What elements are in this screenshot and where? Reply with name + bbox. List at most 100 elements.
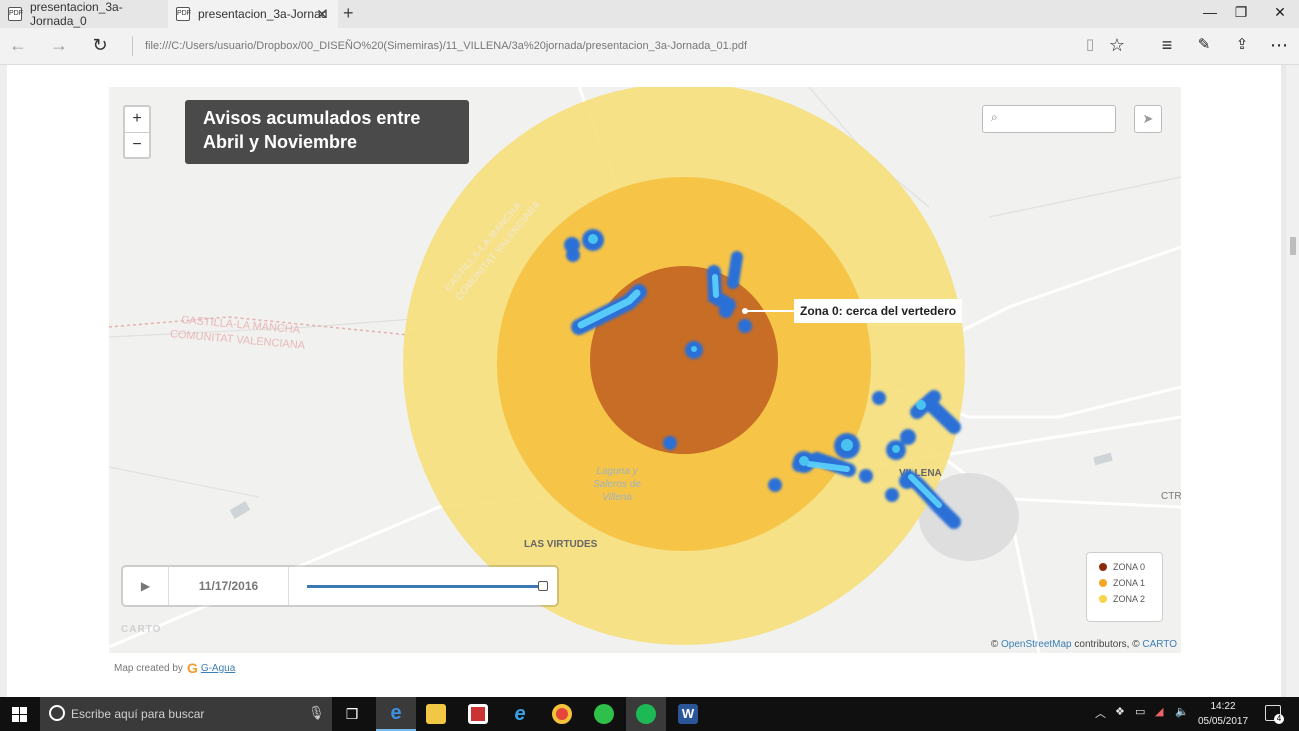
- carto-link[interactable]: CARTO: [1142, 639, 1177, 650]
- zoom-out-button[interactable]: −: [125, 132, 149, 157]
- chrome-taskbar-button[interactable]: [542, 697, 582, 731]
- window-close-icon[interactable]: ✕: [1260, 4, 1299, 21]
- attribution-text: contributors, ©: [1074, 639, 1140, 650]
- scrollbar[interactable]: [1286, 65, 1299, 697]
- word-taskbar-button[interactable]: W: [668, 697, 708, 731]
- carto-watermark: CARTO: [121, 624, 162, 635]
- edge-icon: e: [390, 701, 402, 724]
- play-icon: ▶: [140, 579, 151, 593]
- share-icon[interactable]: ⇪: [1230, 35, 1254, 53]
- task-view-icon: ❒: [345, 705, 359, 722]
- left-gutter: [0, 65, 7, 697]
- zone-0-circle[interactable]: [590, 266, 778, 454]
- hub-icon[interactable]: ≡: [1155, 35, 1179, 56]
- pdf-icon: PDF: [8, 7, 23, 21]
- legend-label: ZONA 1: [1113, 578, 1146, 588]
- start-button-windows-icon[interactable]: [12, 707, 27, 722]
- clock-date: 05/05/2017: [1197, 716, 1249, 727]
- back-icon[interactable]: ←: [6, 35, 30, 56]
- dropbox-icon[interactable]: ❖: [1115, 705, 1125, 718]
- notification-count: 4: [1274, 714, 1284, 724]
- zoom-in-button[interactable]: +: [125, 107, 149, 132]
- app-taskbar-button[interactable]: [458, 697, 498, 731]
- spotify-icon: [636, 704, 656, 724]
- navigation-arrow-icon: ➤: [1142, 111, 1154, 126]
- restore-icon[interactable]: ❐: [1221, 4, 1261, 21]
- forward-icon[interactable]: →: [47, 35, 71, 56]
- cortana-icon: [49, 705, 65, 721]
- tab-label: presentacion_3a-Jornad: [198, 7, 328, 21]
- timeline-handle[interactable]: [538, 581, 548, 591]
- legend-item: ZONA 1: [1099, 575, 1162, 591]
- search-placeholder: Escribe aquí para buscar: [71, 707, 205, 721]
- g-agua-logo-icon: G: [186, 660, 198, 676]
- task-view-button[interactable]: ❒: [332, 697, 372, 731]
- legend-swatch: [1099, 579, 1107, 587]
- microphone-icon[interactable]: 🎙: [308, 705, 325, 721]
- map-title: Avisos acumulados entre Abril y Noviembr…: [185, 100, 469, 164]
- tab-bar: PDF presentacion_3a-Jornada_0 PDF presen…: [0, 0, 1299, 28]
- ie-taskbar-button[interactable]: e: [500, 697, 540, 731]
- address-bar[interactable]: file:///C:/Users/usuario/Dropbox/00_DISE…: [132, 36, 747, 56]
- action-center-icon[interactable]: 4: [1265, 705, 1284, 724]
- network-icon[interactable]: ◢: [1155, 705, 1163, 718]
- map-title-line1: Avisos acumulados entre: [203, 108, 421, 128]
- whatsapp-icon: [594, 704, 614, 724]
- legend-swatch: [1099, 595, 1107, 603]
- taskbar: Escribe aquí para buscar 🎙 ❒ e e W ︿ ❖ ▭…: [0, 697, 1299, 731]
- legend-label: ZONA 2: [1113, 594, 1146, 604]
- locate-button[interactable]: ➤: [1134, 105, 1162, 133]
- spotify-taskbar-button[interactable]: [626, 697, 666, 731]
- place-label: Laguna y: [596, 466, 638, 477]
- zone-0-annotation: Zona 0: cerca del vertedero: [794, 299, 963, 323]
- taskbar-search-box[interactable]: Escribe aquí para buscar 🎙: [40, 697, 332, 731]
- pdf-icon: PDF: [176, 7, 191, 21]
- folder-icon: [426, 704, 446, 724]
- water-2: [229, 501, 251, 519]
- tab-label: presentacion_3a-Jornada_0: [30, 0, 123, 28]
- favorite-star-icon[interactable]: ☆: [1105, 35, 1129, 56]
- reading-view-icon[interactable]: ▯: [1078, 35, 1102, 53]
- volume-icon[interactable]: 🔈: [1175, 705, 1189, 718]
- legend-swatch: [1099, 563, 1107, 571]
- annotation-dot: [742, 308, 748, 314]
- scroll-thumb[interactable]: [1290, 237, 1296, 255]
- legend-item: ZONA 0: [1099, 559, 1162, 575]
- edge-taskbar-button[interactable]: e: [376, 697, 416, 731]
- system-clock[interactable]: 14:22 05/05/2017: [1192, 699, 1254, 729]
- credit-text: Map created by: [114, 662, 183, 674]
- annotation-leader: [743, 310, 795, 312]
- close-tab-icon[interactable]: ✕: [316, 6, 328, 23]
- new-tab-icon[interactable]: +: [343, 3, 354, 24]
- pdf-page-area: CASTILLA-LA MANCHA COMUNITAT VALENCIANA …: [0, 65, 1299, 697]
- g-agua-link[interactable]: G-Agua: [201, 663, 235, 674]
- play-button[interactable]: ▶: [123, 567, 169, 605]
- tray-expand-icon[interactable]: ︿: [1095, 705, 1106, 721]
- more-icon[interactable]: ⋯: [1267, 35, 1291, 56]
- web-note-icon[interactable]: ✎: [1192, 35, 1216, 53]
- map[interactable]: CASTILLA-LA MANCHA COMUNITAT VALENCIANA …: [109, 87, 1181, 653]
- map-credit: Map created by G G-Agua: [114, 660, 235, 676]
- place-label-ctr: CTR: [1161, 491, 1181, 502]
- timeline-date: 11/17/2016: [169, 567, 289, 605]
- refresh-icon[interactable]: ↻: [88, 35, 112, 56]
- legend: ZONA 0 ZONA 1 ZONA 2: [1087, 553, 1162, 621]
- place-label: Villena: [602, 492, 632, 503]
- legend-label: ZONA 0: [1113, 562, 1146, 572]
- file-explorer-button[interactable]: [416, 697, 456, 731]
- internet-explorer-icon: e: [514, 702, 526, 725]
- whatsapp-taskbar-button[interactable]: [584, 697, 624, 731]
- map-search-input[interactable]: ⌕: [982, 105, 1116, 133]
- tab-presentacion-2[interactable]: PDF presentacion_3a-Jornad ✕: [168, 0, 338, 28]
- timeline-control: ▶ 11/17/2016: [123, 567, 557, 605]
- water-3: [1093, 452, 1113, 466]
- clock-time: 14:22: [1210, 701, 1236, 712]
- place-label-las-virtudes: LAS VIRTUDES: [524, 539, 598, 550]
- zoom-control: + −: [123, 105, 151, 159]
- openstreetmap-link[interactable]: OpenStreetMap: [1001, 639, 1072, 650]
- tab-presentacion-1[interactable]: PDF presentacion_3a-Jornada_0: [0, 0, 166, 28]
- app-icon: [468, 704, 488, 724]
- battery-icon[interactable]: ▭: [1135, 705, 1145, 718]
- attribution-text: ©: [990, 639, 999, 650]
- timeline-track[interactable]: [307, 585, 541, 588]
